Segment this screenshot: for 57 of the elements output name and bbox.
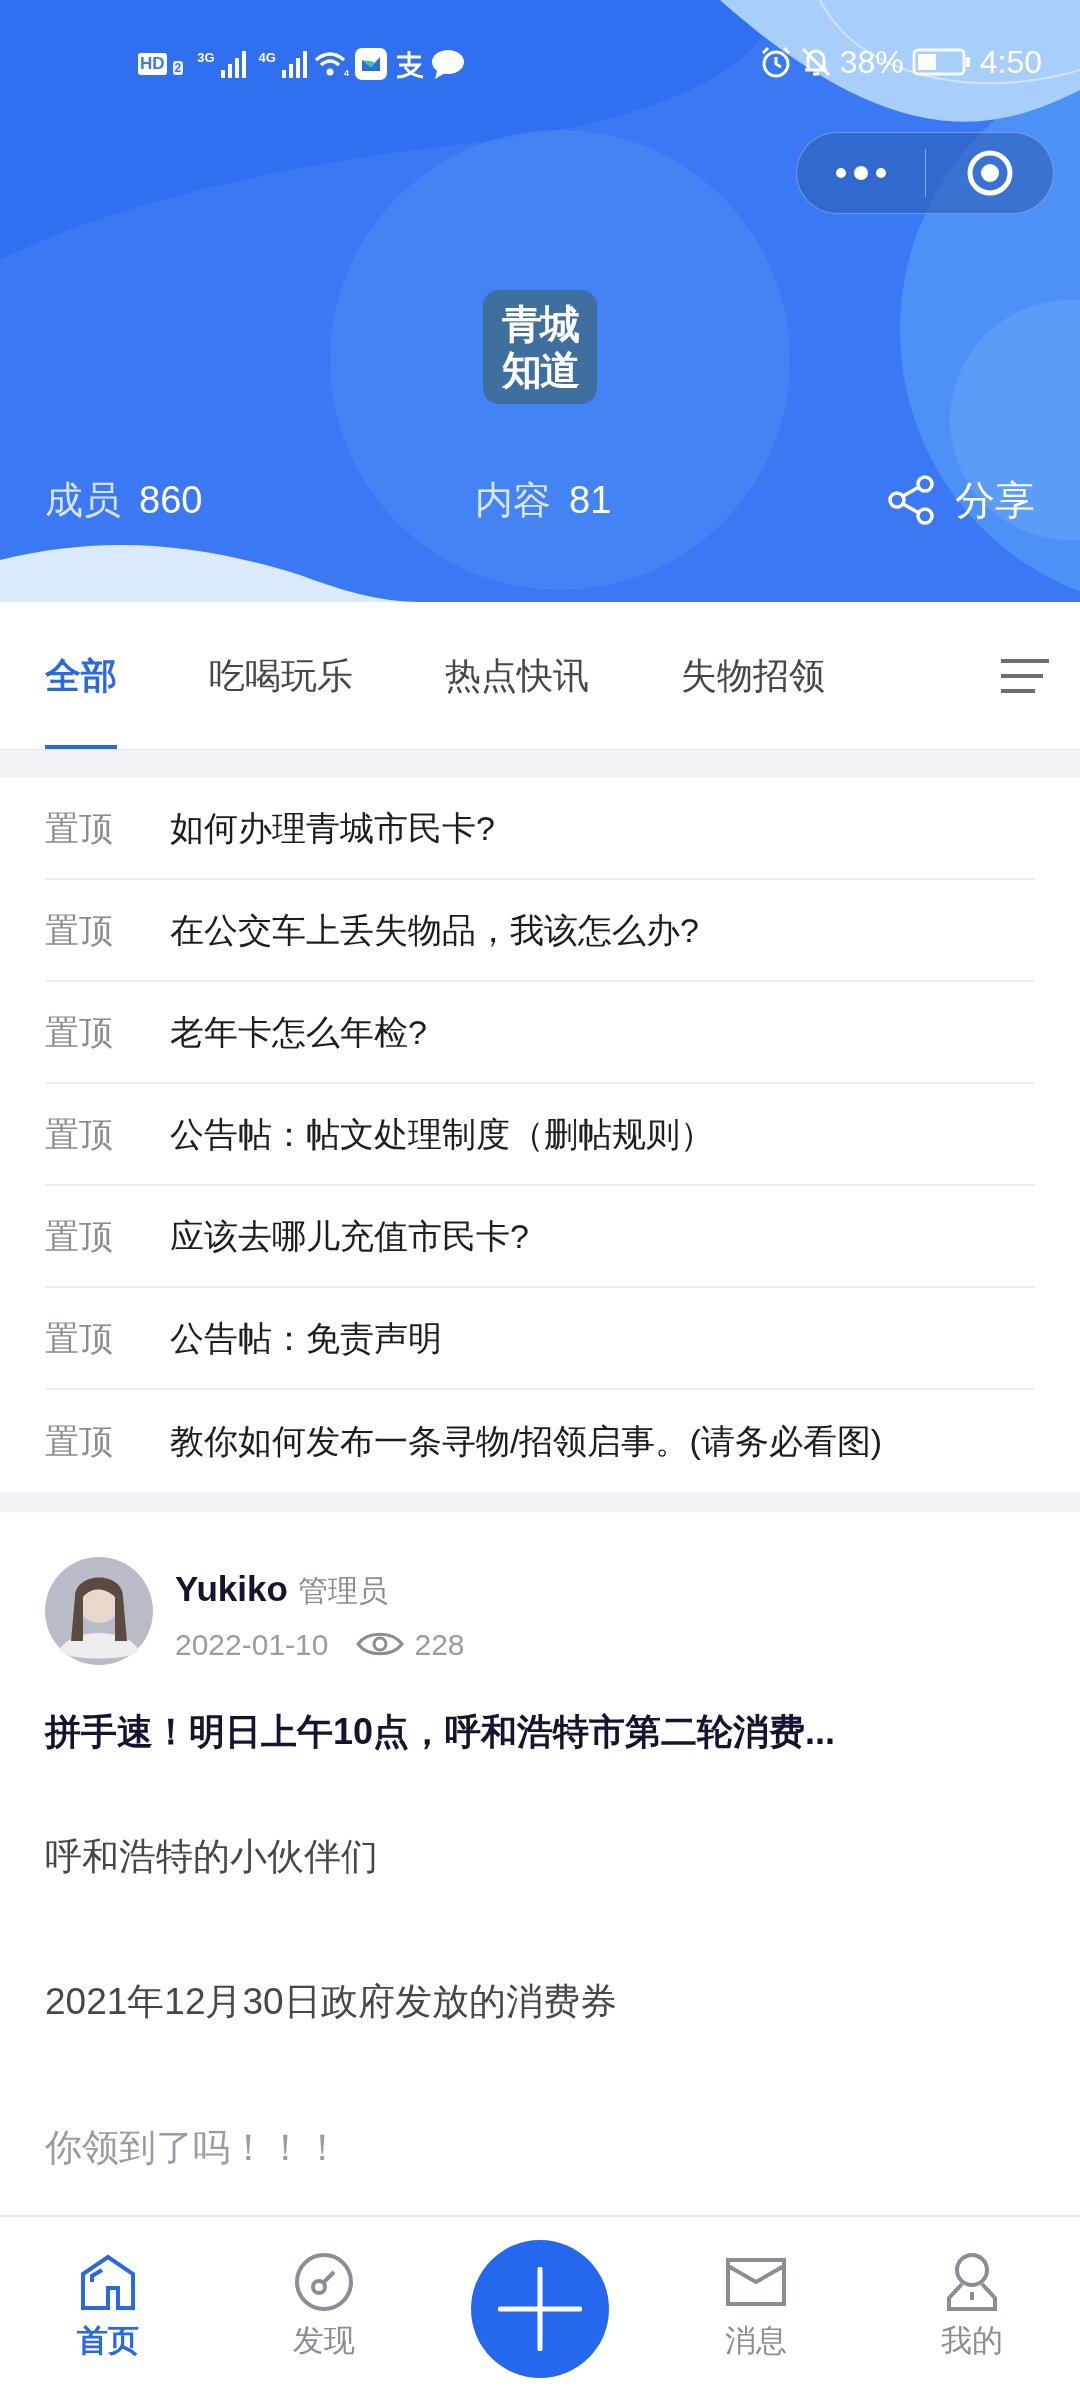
- share-icon: [887, 475, 937, 525]
- pinned-tag: 置顶: [45, 1210, 170, 1262]
- battery-icon: [911, 47, 972, 77]
- pinned-post-title[interactable]: 如何办理青城市民卡?: [170, 802, 495, 854]
- pinned-post-title[interactable]: 教你如何发布一条寻物/招领启事。(请务必看图): [170, 1415, 883, 1467]
- pinned-post-title[interactable]: 在公交车上丢失物品，我该怎么办?: [170, 904, 699, 956]
- post-paragraph: 你领到了吗！！！: [45, 2125, 342, 2170]
- app-notification-icon: [354, 48, 387, 80]
- logo-text: 青城: [502, 301, 578, 347]
- network-label: 4G: [258, 49, 276, 67]
- post-paragraph: 2021年12月30日政府发放的消费券: [45, 1980, 618, 2024]
- hd-indicator: HD: [138, 53, 167, 75]
- pinned-tag: 置顶: [45, 1312, 170, 1364]
- category-tab[interactable]: 全部: [45, 602, 117, 749]
- pinned-tag: 置顶: [45, 1006, 170, 1058]
- menu-icon: [999, 657, 1051, 694]
- compass-icon: [294, 2252, 354, 2313]
- category-tab[interactable]: 热点快讯: [445, 602, 589, 749]
- pinned-post-title[interactable]: 公告帖：免责声明: [170, 1312, 442, 1364]
- alarm-icon: [759, 46, 792, 78]
- author-name: Yukiko: [175, 1568, 288, 1610]
- target-icon: [965, 149, 1014, 197]
- signal-icon: [281, 50, 308, 78]
- stat-value: 81: [569, 477, 612, 523]
- author-role: 管理员: [297, 1573, 388, 1609]
- pinned-tag: 置顶: [45, 1415, 170, 1467]
- pinned-tag: 置顶: [45, 904, 170, 956]
- pinned-post-title[interactable]: 应该去哪儿充值市民卡?: [170, 1210, 529, 1262]
- battery-percentage: 38%: [839, 46, 904, 78]
- post-date: 2022-01-10: [175, 1626, 329, 1663]
- user-icon: [946, 2252, 998, 2313]
- stat-label: 内容: [475, 477, 551, 523]
- stat-value: 860: [139, 477, 203, 523]
- chat-bubble-icon: [430, 49, 465, 79]
- clock-time: 4:50: [979, 46, 1042, 78]
- home-icon: [78, 2252, 138, 2313]
- stat-label: 成员: [45, 477, 121, 523]
- menu-button[interactable]: [999, 657, 1051, 694]
- pinned-tag: 置顶: [45, 802, 170, 854]
- pinned-post-title[interactable]: 公告帖：帖文处理制度（删帖规则）: [170, 1108, 714, 1160]
- more-icon: [835, 166, 887, 180]
- muted-bell-icon: [799, 46, 832, 78]
- post-title[interactable]: 拼手速！明日上午10点，呼和浩特市第二轮消费...: [45, 1704, 1035, 1759]
- post-paragraph: 呼和浩特的小伙伴们: [45, 1834, 379, 1879]
- category-tab[interactable]: 失物招领: [681, 602, 825, 749]
- wifi-badge-label: 4: [343, 66, 349, 80]
- network-label: 3G: [197, 49, 215, 67]
- plus-icon: [498, 2266, 582, 2351]
- signal-icon: [220, 50, 247, 78]
- pinned-post-title[interactable]: 老年卡怎么年检?: [170, 1006, 427, 1058]
- pinned-tag: 置顶: [45, 1108, 170, 1160]
- wifi-icon: [313, 50, 346, 78]
- view-count: 228: [414, 1626, 465, 1663]
- logo-text: 知道: [502, 347, 578, 393]
- category-tab[interactable]: 吃喝玩乐: [209, 602, 353, 749]
- nav-tab[interactable]: 首页: [77, 2252, 139, 2365]
- sim-indicator: 2: [172, 61, 184, 75]
